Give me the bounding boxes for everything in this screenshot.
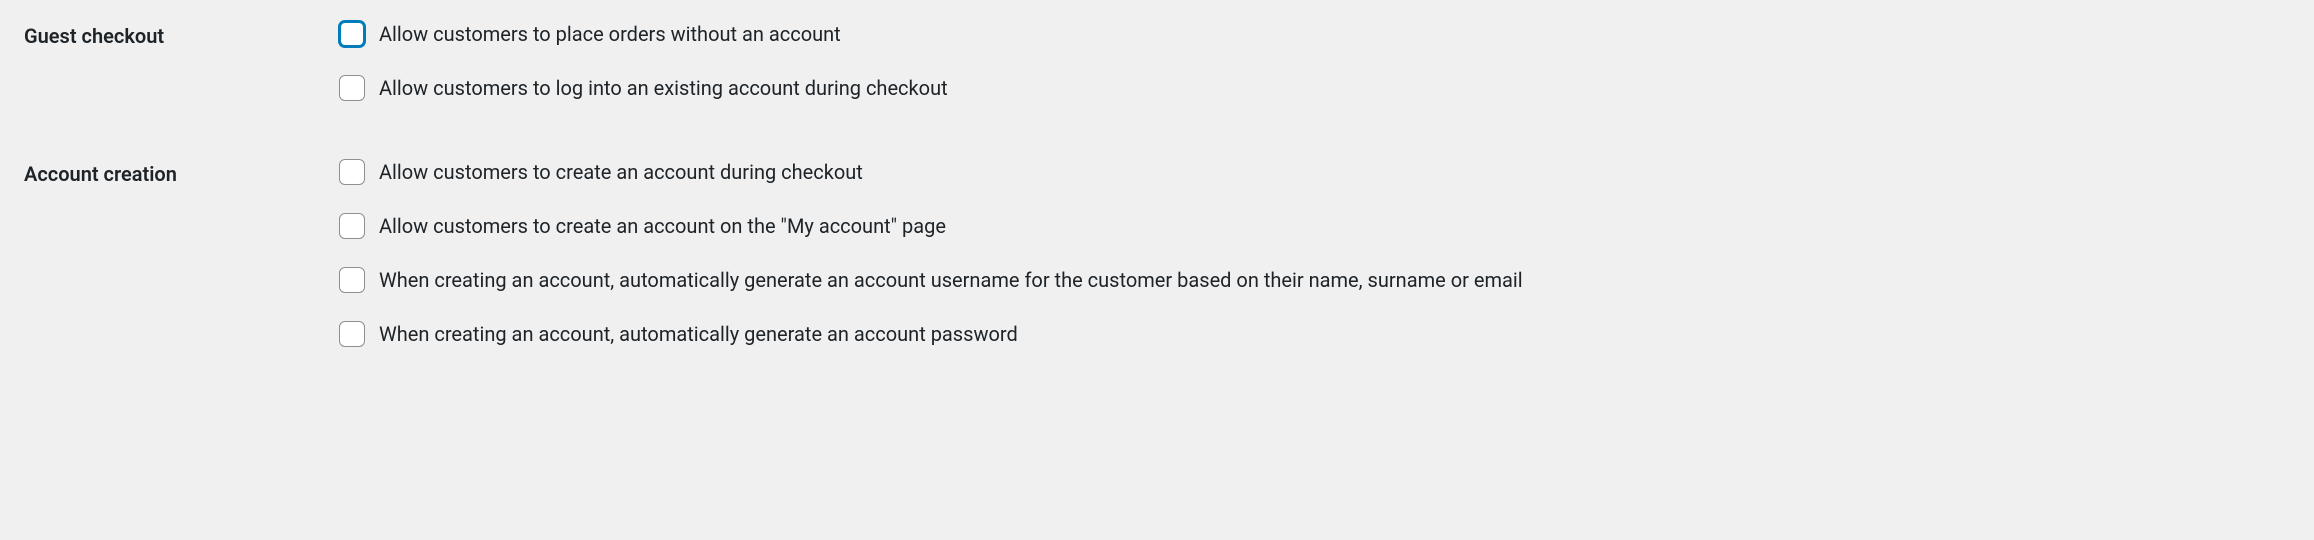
auto-generate-username-label: When creating an account, automatically …	[379, 266, 1523, 294]
allow-orders-without-account-label: Allow customers to place orders without …	[379, 20, 841, 48]
allow-login-during-checkout-checkbox[interactable]	[339, 75, 365, 101]
account-creation-section: Account creation Allow customers to crea…	[24, 158, 2290, 348]
option-row: Allow customers to place orders without …	[339, 20, 2290, 48]
account-creation-heading: Account creation	[24, 158, 339, 348]
auto-generate-username-checkbox[interactable]	[339, 267, 365, 293]
option-row: When creating an account, automatically …	[339, 320, 2290, 348]
auto-generate-password-label: When creating an account, automatically …	[379, 320, 1018, 348]
create-on-my-account-checkbox[interactable]	[339, 213, 365, 239]
option-row: Allow customers to create an account on …	[339, 212, 2290, 240]
allow-orders-without-account-checkbox[interactable]	[339, 21, 365, 47]
option-row: Allow customers to create an account dur…	[339, 158, 2290, 186]
create-on-my-account-label: Allow customers to create an account on …	[379, 212, 946, 240]
auto-generate-password-checkbox[interactable]	[339, 321, 365, 347]
create-during-checkout-label: Allow customers to create an account dur…	[379, 158, 863, 186]
guest-checkout-section: Guest checkout Allow customers to place …	[24, 20, 2290, 102]
guest-checkout-options: Allow customers to place orders without …	[339, 20, 2290, 102]
option-row: When creating an account, automatically …	[339, 266, 2290, 294]
option-row: Allow customers to log into an existing …	[339, 74, 2290, 102]
guest-checkout-heading: Guest checkout	[24, 20, 339, 102]
create-during-checkout-checkbox[interactable]	[339, 159, 365, 185]
allow-login-during-checkout-label: Allow customers to log into an existing …	[379, 74, 948, 102]
account-creation-options: Allow customers to create an account dur…	[339, 158, 2290, 348]
